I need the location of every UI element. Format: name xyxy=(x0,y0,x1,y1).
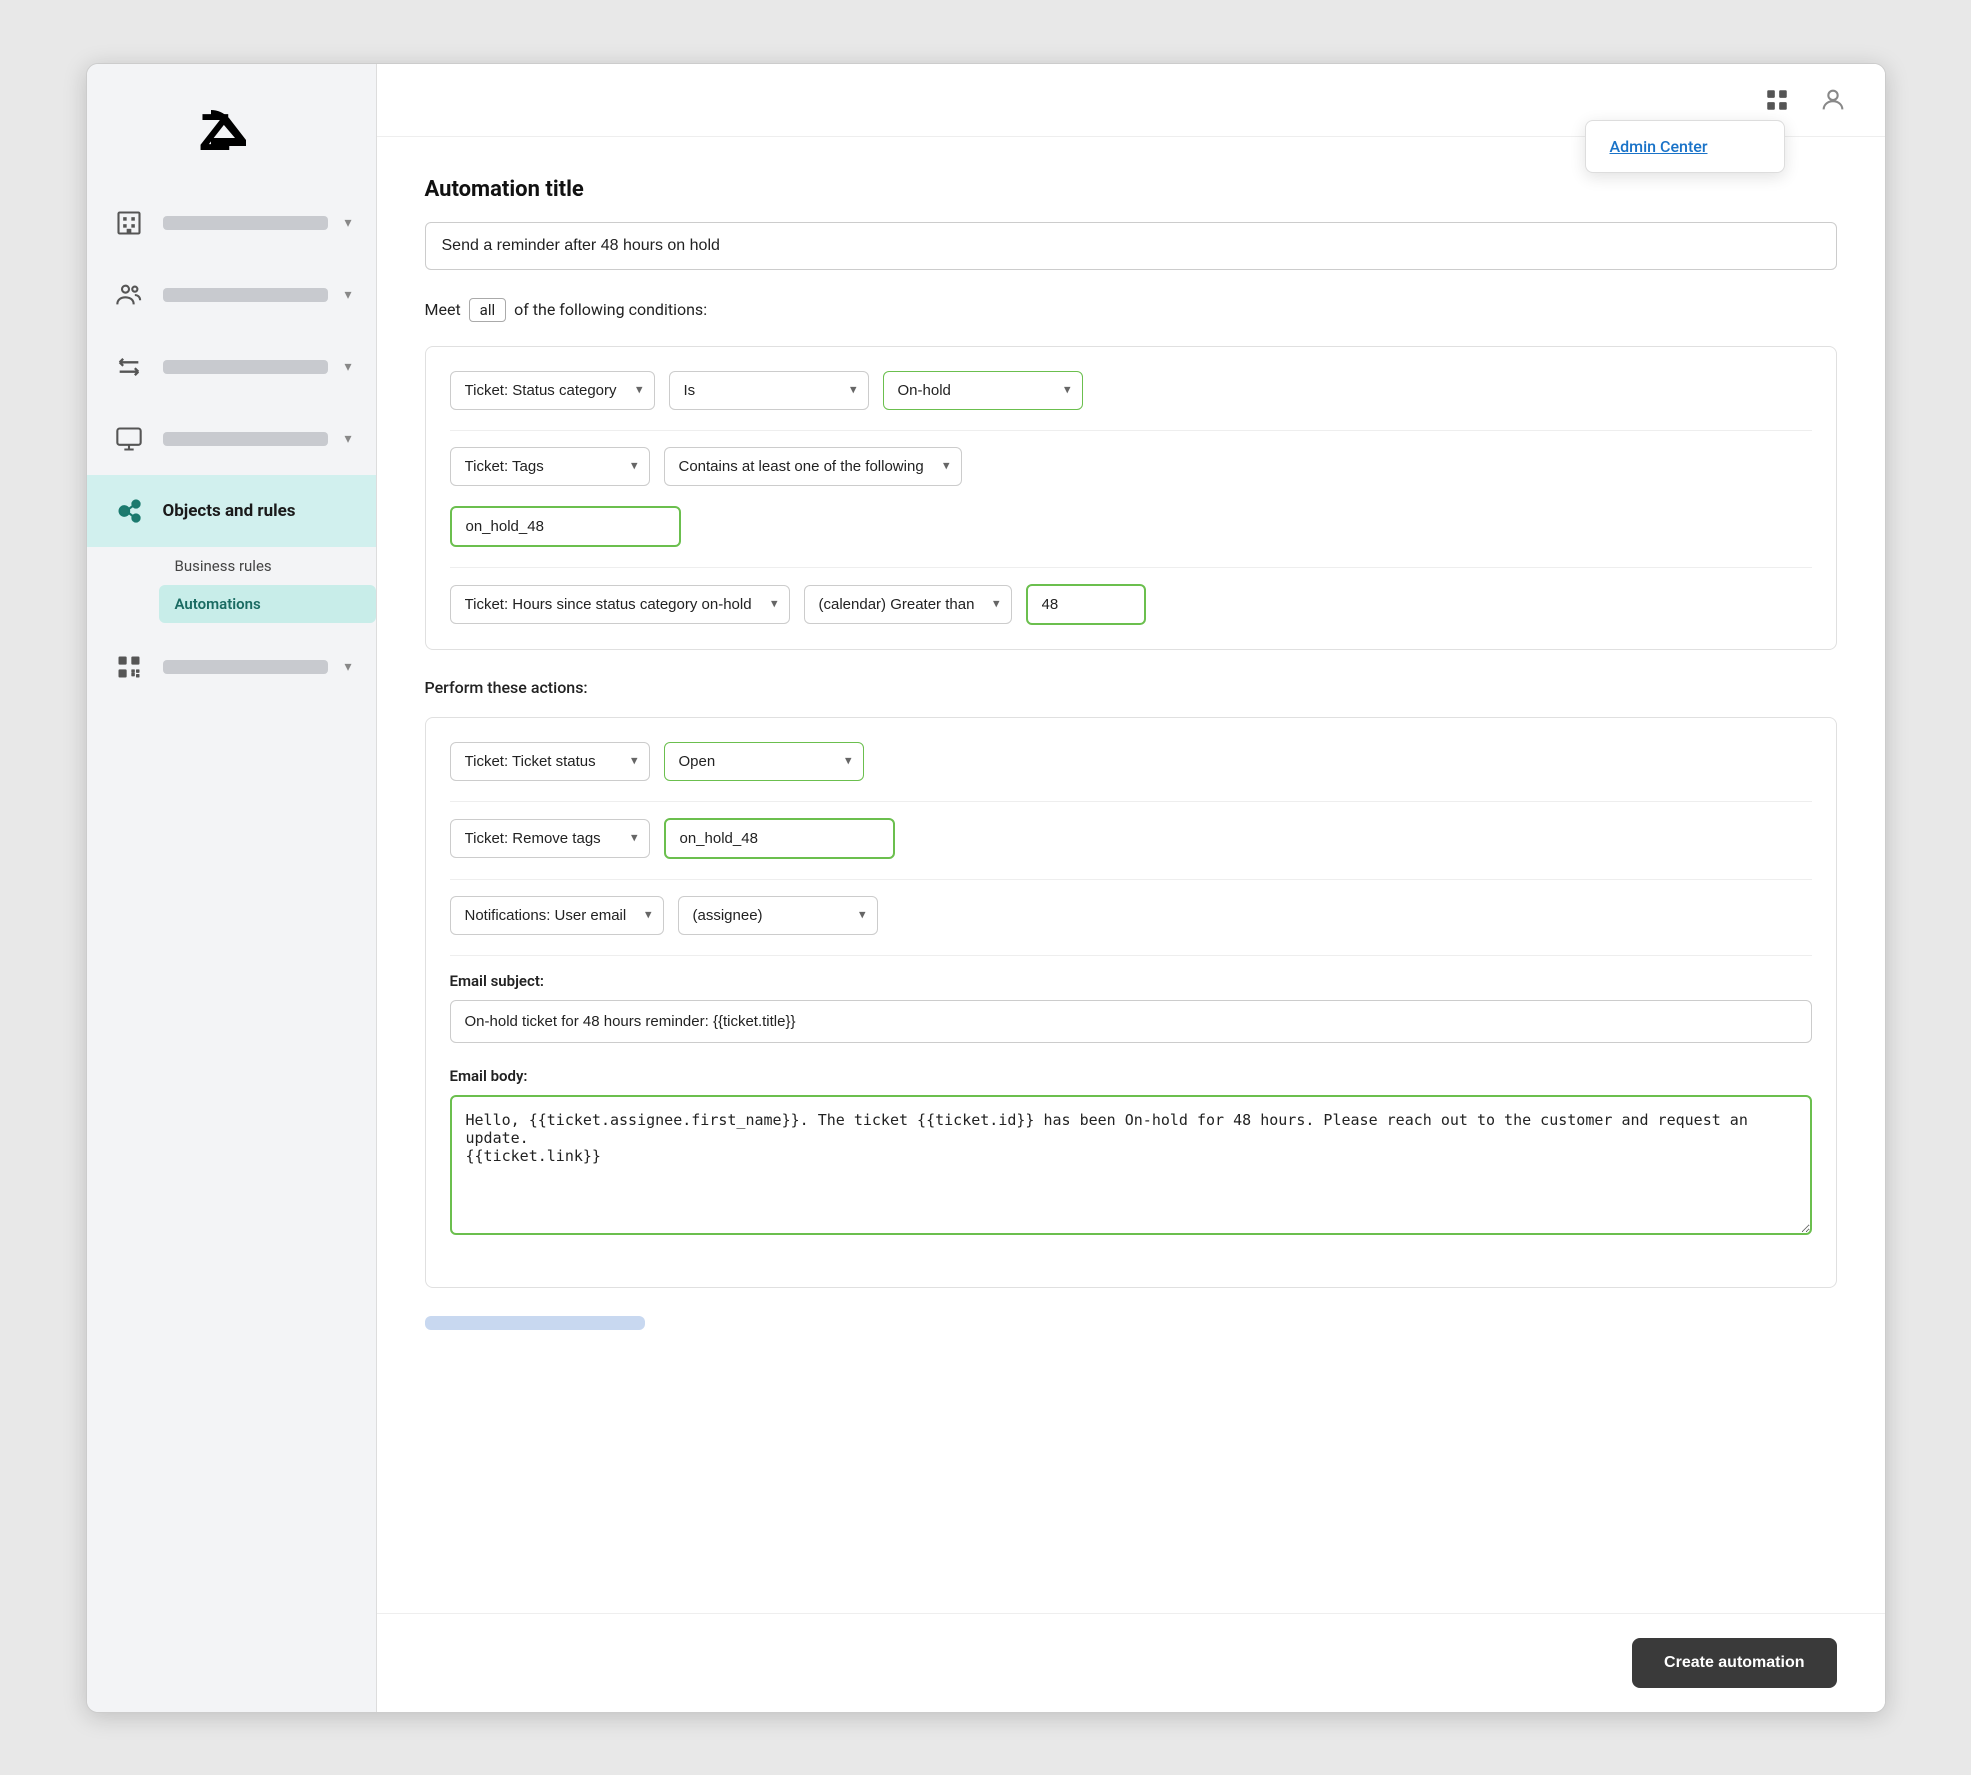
sidebar-item-arrows[interactable]: ▾ xyxy=(87,331,376,403)
email-body-textarea[interactable]: Hello, {{ticket.assignee.first_name}}. T… xyxy=(450,1095,1812,1235)
create-automation-button[interactable]: Create automation xyxy=(1632,1638,1836,1688)
objects-rules-icon xyxy=(111,493,147,529)
user-icon-button[interactable] xyxy=(1813,80,1853,120)
actions-block: Ticket: Ticket status Open Ticket: Rem xyxy=(425,717,1837,1288)
sidebar-subnav: Business rules Automations xyxy=(87,547,376,631)
main-content: Admin Center Automation title Meet all o… xyxy=(377,64,1885,1712)
topbar: Admin Center xyxy=(377,64,1885,137)
condition-2-field-wrapper: Ticket: Tags xyxy=(450,447,650,486)
sidebar-item-label xyxy=(163,660,329,674)
sidebar: Z ▾ xyxy=(87,64,377,1712)
action-1-value[interactable]: Open xyxy=(664,742,864,781)
sidebar-item-monitor[interactable]: ▾ xyxy=(87,403,376,475)
sidebar-item-label xyxy=(163,432,329,446)
sidebar-item-label xyxy=(163,216,329,230)
chevron-down-icon: ▾ xyxy=(344,287,351,303)
sidebar-item-people[interactable]: ▾ xyxy=(87,259,376,331)
condition-3-value-input[interactable] xyxy=(1026,584,1146,625)
admin-center-link[interactable]: Admin Center xyxy=(1586,121,1784,172)
grid-icon-button[interactable] xyxy=(1757,80,1797,120)
sidebar-item-objects-rules[interactable]: Objects and rules xyxy=(87,475,376,547)
condition-3-field-wrapper: Ticket: Hours since status category on-h… xyxy=(450,585,790,624)
action-3-field[interactable]: Notifications: User email xyxy=(450,896,664,935)
condition-1-value[interactable]: On-hold xyxy=(883,371,1083,410)
action-row-2: Ticket: Remove tags xyxy=(450,818,1812,859)
sidebar-item-label xyxy=(163,360,329,374)
chevron-down-icon: ▾ xyxy=(344,431,351,447)
sidebar-navigation: ▾ ▾ xyxy=(87,179,376,1712)
condition-1-operator[interactable]: Is xyxy=(669,371,869,410)
apps-icon xyxy=(111,649,147,685)
condition-1-operator-wrapper: Is xyxy=(669,371,869,410)
condition-1-field-wrapper: Ticket: Status category xyxy=(450,371,655,410)
scroll-indicator xyxy=(425,1316,645,1330)
footer: Create automation xyxy=(377,1613,1885,1712)
condition-row-2: Ticket: Tags Contains at least one of th… xyxy=(450,447,1812,486)
condition-row-3: Ticket: Hours since status category on-h… xyxy=(450,584,1812,625)
action-1-field-wrapper: Ticket: Ticket status xyxy=(450,742,650,781)
sidebar-subnav-automations[interactable]: Automations xyxy=(159,585,376,623)
chevron-down-icon: ▾ xyxy=(344,215,351,231)
sidebar-item-objects-rules-label: Objects and rules xyxy=(163,501,296,521)
condition-row-1: Ticket: Status category Is On-hold xyxy=(450,371,1812,410)
email-subject-input[interactable] xyxy=(450,1000,1812,1043)
action-2-field-wrapper: Ticket: Remove tags xyxy=(450,819,650,858)
conditions-block: Ticket: Status category Is On-hold xyxy=(425,346,1837,650)
action-3-field-wrapper: Notifications: User email xyxy=(450,896,664,935)
sidebar-subnav-business-rules[interactable]: Business rules xyxy=(159,547,376,585)
condition-1-field[interactable]: Ticket: Status category xyxy=(450,371,655,410)
chevron-down-icon: ▾ xyxy=(344,659,351,675)
action-1-value-wrapper: Open xyxy=(664,742,864,781)
sidebar-item-buildings[interactable]: ▾ xyxy=(87,187,376,259)
action-3-value[interactable]: (assignee) xyxy=(678,896,878,935)
admin-center-dropdown: Admin Center xyxy=(1585,120,1785,173)
action-row-1: Ticket: Ticket status Open xyxy=(450,742,1812,781)
condition-2-operator-wrapper: Contains at least one of the following xyxy=(664,447,962,486)
action-1-field[interactable]: Ticket: Ticket status xyxy=(450,742,650,781)
people-icon xyxy=(111,277,147,313)
topbar-actions xyxy=(1757,80,1853,120)
action-2-field[interactable]: Ticket: Remove tags xyxy=(450,819,650,858)
page-title: Automation title xyxy=(425,177,1837,202)
building-icon xyxy=(111,205,147,241)
sidebar-item-apps[interactable]: ▾ xyxy=(87,631,376,703)
chevron-down-icon: ▾ xyxy=(344,359,351,375)
action-row-3: Notifications: User email (assignee) xyxy=(450,896,1812,935)
conditions-header: Meet all of the following conditions: xyxy=(425,298,1837,322)
monitor-icon xyxy=(111,421,147,457)
condition-1-value-wrapper: On-hold xyxy=(883,371,1083,410)
logo: Z xyxy=(87,64,376,179)
condition-row-2-value xyxy=(450,506,1812,547)
action-2-tag-input[interactable] xyxy=(664,818,895,859)
email-body-label: Email body: xyxy=(450,1067,1812,1085)
condition-3-operator[interactable]: (calendar) Greater than xyxy=(804,585,1012,624)
conditions-qualifier-badge: all xyxy=(469,298,506,322)
email-body-section: Email body: Hello, {{ticket.assignee.fir… xyxy=(450,1067,1812,1239)
actions-header: Perform these actions: xyxy=(425,678,1837,697)
sidebar-item-label xyxy=(163,288,329,302)
main-scroll-area: Automation title Meet all of the followi… xyxy=(377,137,1885,1613)
automation-title-input[interactable] xyxy=(425,222,1837,270)
email-subject-label: Email subject: xyxy=(450,972,1812,990)
condition-3-operator-wrapper: (calendar) Greater than xyxy=(804,585,1012,624)
condition-3-field[interactable]: Ticket: Hours since status category on-h… xyxy=(450,585,790,624)
action-3-value-wrapper: (assignee) xyxy=(678,896,878,935)
condition-2-tag-input[interactable] xyxy=(450,506,681,547)
condition-2-field[interactable]: Ticket: Tags xyxy=(450,447,650,486)
condition-2-operator[interactable]: Contains at least one of the following xyxy=(664,447,962,486)
zendesk-logo: Z xyxy=(191,100,271,155)
arrows-icon xyxy=(111,349,147,385)
email-subject-section: Email subject: xyxy=(450,972,1812,1043)
svg-text:Z: Z xyxy=(199,104,231,155)
